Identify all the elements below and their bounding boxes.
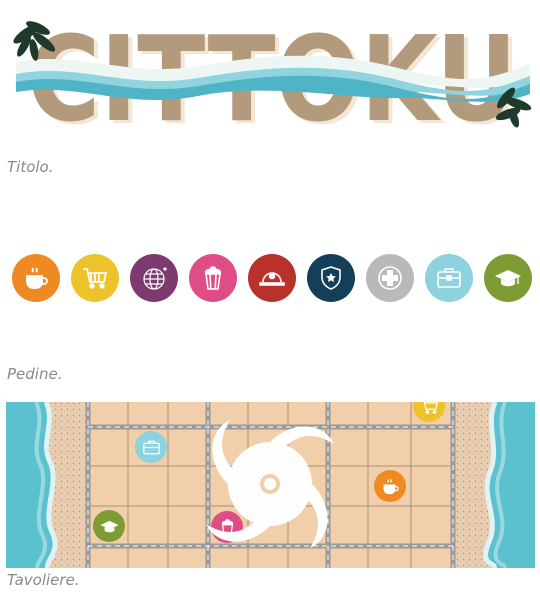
- office-pawn: [425, 254, 473, 302]
- police-badge-icon: [321, 266, 341, 290]
- pawns-row: [12, 254, 532, 302]
- briefcase-icon: [437, 268, 461, 288]
- graduation-cap-icon: [495, 270, 521, 287]
- coffee-cup-icon: [26, 267, 48, 289]
- police-pawn: [307, 254, 355, 302]
- cinema-pawn: [189, 254, 237, 302]
- hurricane-icon: [206, 420, 334, 548]
- shopping-cart-icon: [83, 268, 108, 289]
- graduation-cap-token: [93, 510, 125, 542]
- coffee-token: [374, 470, 406, 502]
- popcorn-icon: [204, 266, 222, 290]
- game-board: [6, 402, 535, 568]
- school-pawn: [484, 254, 532, 302]
- title-caption: Titolo.: [7, 158, 54, 176]
- disco-ball-icon: [143, 267, 167, 290]
- hospital-pawn: [366, 254, 414, 302]
- coffee-pawn: [12, 254, 60, 302]
- medical-cross-icon: [378, 266, 402, 290]
- fire-helmet-icon: [259, 272, 285, 286]
- briefcase-token: [135, 431, 167, 463]
- coffee-cup-icon: [383, 478, 399, 494]
- pawns-caption: Pedine.: [7, 365, 63, 383]
- disco-pawn: [130, 254, 178, 302]
- title-logo: CITTOKU CITTOKU: [8, 10, 538, 135]
- shopping-cart-icon: [423, 402, 438, 414]
- graduation-cap-icon: [99, 520, 119, 532]
- board-caption: Tavoliere.: [7, 571, 80, 589]
- shopping-pawn: [71, 254, 119, 302]
- briefcase-icon: [142, 440, 160, 454]
- firefighter-pawn: [248, 254, 296, 302]
